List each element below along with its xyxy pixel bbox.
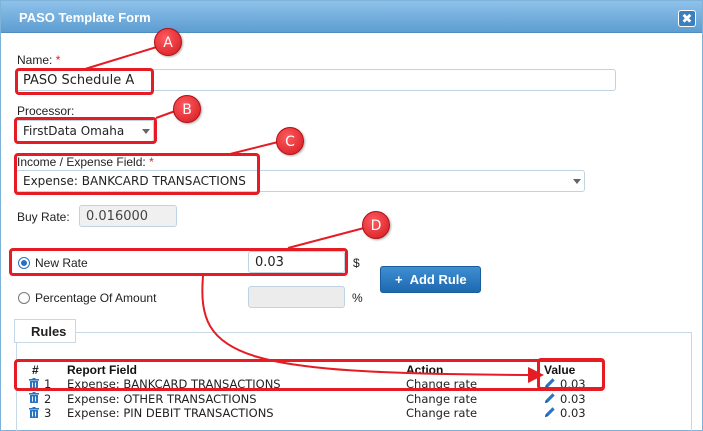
annotation-box-c xyxy=(14,153,260,195)
percentage-radio[interactable] xyxy=(18,292,30,304)
annotation-badge-b: B xyxy=(173,95,201,123)
add-rule-label: Add Rule xyxy=(409,272,467,287)
annotation-badge-a: A xyxy=(154,28,182,56)
dialog-title: PASO Template Form xyxy=(19,10,151,25)
row-value: 0.03 xyxy=(560,406,586,420)
row-num: 3 xyxy=(44,406,52,420)
buy-rate-value: 0.016000 xyxy=(86,209,149,224)
chevron-down-icon xyxy=(573,179,581,184)
pencil-icon[interactable] xyxy=(544,392,556,404)
row-action: Change rate xyxy=(406,406,478,420)
row-num: 2 xyxy=(44,392,52,406)
trash-icon[interactable] xyxy=(29,407,39,418)
name-label: Name: * xyxy=(17,53,60,67)
new-rate-unit: $ xyxy=(353,256,360,270)
row-report-field: Expense: OTHER TRANSACTIONS xyxy=(67,392,257,406)
plus-icon: + xyxy=(395,272,403,287)
annotation-box-value xyxy=(537,358,605,390)
percentage-label: Percentage Of Amount xyxy=(35,291,157,305)
processor-label: Processor: xyxy=(17,104,75,118)
annotation-badge-d: D xyxy=(362,211,390,239)
annotation-box-d xyxy=(9,248,348,276)
row-report-field: Expense: PIN DEBIT TRANSACTIONS xyxy=(67,406,274,420)
percentage-unit: % xyxy=(352,291,363,305)
dialog-titlebar: PASO Template Form ✖ xyxy=(1,1,702,33)
annotation-box-a xyxy=(15,68,154,95)
add-rule-button[interactable]: + Add Rule xyxy=(380,266,481,293)
buy-rate-label: Buy Rate: xyxy=(17,210,70,224)
row-value: 0.03 xyxy=(560,392,586,406)
trash-icon[interactable] xyxy=(29,392,39,403)
name-label-text: Name: xyxy=(17,53,53,67)
percentage-input[interactable] xyxy=(248,286,345,308)
required-mark: * xyxy=(55,53,61,67)
annotation-box-b xyxy=(14,117,157,144)
annotation-badge-c: C xyxy=(276,127,304,155)
rules-legend: Rules xyxy=(14,319,76,343)
close-icon[interactable]: ✖ xyxy=(678,10,696,27)
annotation-box-first-rule-row xyxy=(14,359,605,391)
buy-rate-input: 0.016000 xyxy=(79,205,177,227)
pencil-icon[interactable] xyxy=(544,406,556,418)
row-action: Change rate xyxy=(406,392,478,406)
